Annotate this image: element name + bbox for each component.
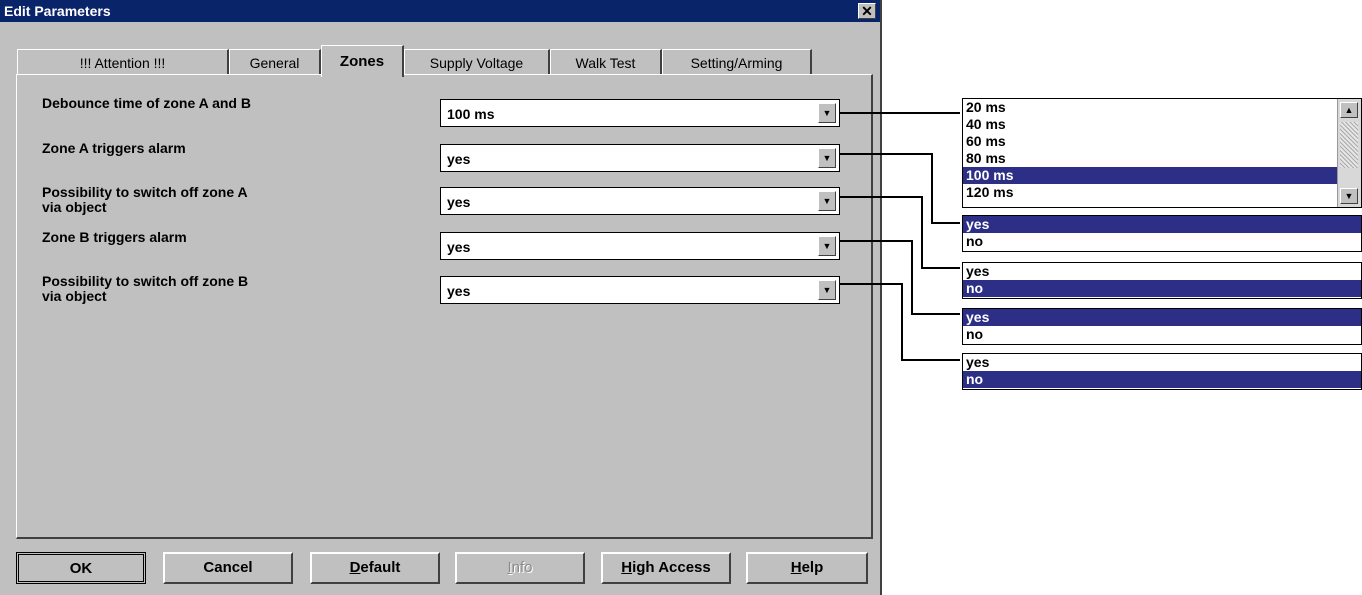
list-item[interactable]: 40 ms [963, 116, 1361, 133]
list-item[interactable]: 20 ms [963, 99, 1361, 116]
tab-zones[interactable]: Zones [321, 45, 404, 77]
scroll-thumb[interactable] [1340, 122, 1358, 168]
debounce-options-list[interactable]: 20 ms 40 ms 60 ms 80 ms 100 ms 120 ms ▲ … [962, 98, 1362, 208]
connector-line [840, 196, 960, 269]
list-item[interactable]: no [963, 233, 1361, 250]
list-item[interactable]: no [963, 326, 1361, 343]
list-item-selected[interactable]: no [963, 280, 1361, 297]
connector-line [840, 153, 960, 224]
switch-off-a-options-list[interactable]: yes no [962, 262, 1362, 299]
switch-off-b-options-list[interactable]: yes no [962, 353, 1362, 390]
list-item-selected[interactable]: yes [963, 216, 1361, 233]
list-item[interactable]: yes [963, 354, 1361, 371]
list-item-selected[interactable]: yes [963, 309, 1361, 326]
list-item[interactable]: 60 ms [963, 133, 1361, 150]
connector-line [840, 283, 960, 361]
scroll-up-icon[interactable]: ▲ [1340, 102, 1358, 118]
list-item[interactable]: yes [963, 263, 1361, 280]
zone-a-alarm-options-list[interactable]: yes no [962, 215, 1362, 252]
list-item[interactable]: 80 ms [963, 150, 1361, 167]
list-item[interactable]: 120 ms [963, 184, 1361, 201]
list-item-selected[interactable]: no [963, 371, 1361, 388]
scroll-down-icon[interactable]: ▼ [1340, 188, 1358, 204]
scrollbar[interactable]: ▲ ▼ [1337, 99, 1361, 207]
connector-line [840, 240, 960, 315]
list-item-selected[interactable]: 100 ms [963, 167, 1337, 184]
zone-b-alarm-options-list[interactable]: yes no [962, 308, 1362, 345]
